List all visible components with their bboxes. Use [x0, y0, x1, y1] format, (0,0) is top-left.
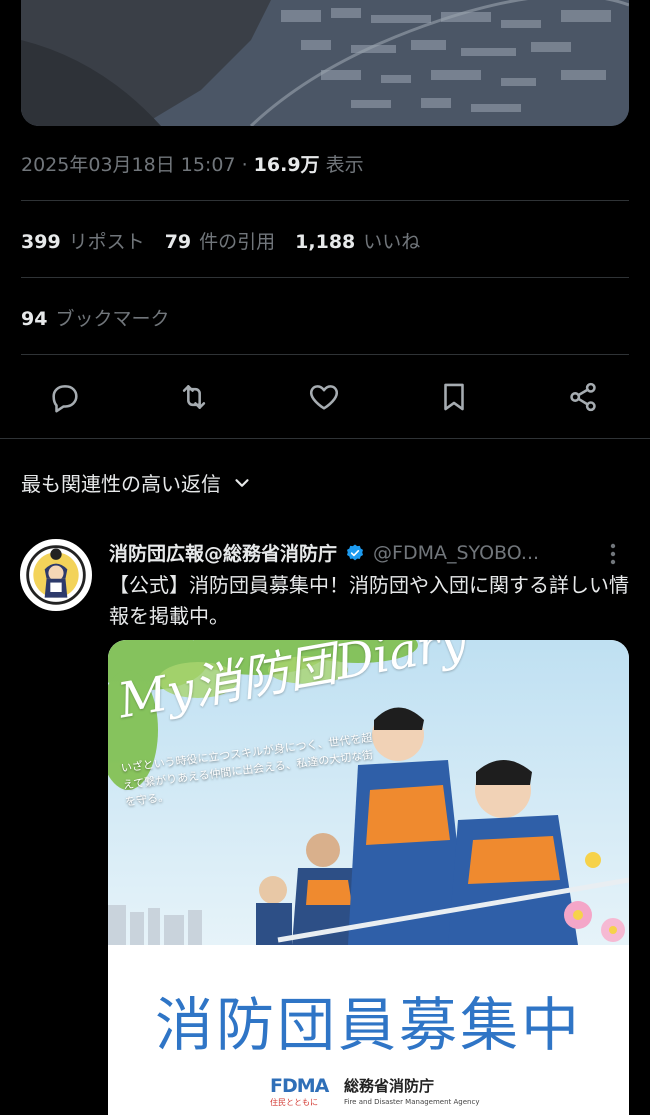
reposts-count: 399 [21, 231, 61, 253]
fdma-logo-text: FDMA [270, 1075, 329, 1097]
poster-headline: 消防団員募集中 [154, 991, 582, 1059]
divider [21, 354, 629, 355]
divider [0, 438, 650, 439]
fdma-logo-sub: 住民とともに [270, 1098, 318, 1107]
bookmarks-count: 94 [21, 308, 48, 330]
reply-author-handle[interactable]: @FDMA_SYOBO... [373, 542, 539, 564]
likes-stat[interactable]: 1,188 いいね [295, 227, 420, 254]
views-label: 表示 [325, 154, 364, 176]
separator: · [241, 154, 248, 176]
agency-name: 総務省消防庁 Fire and Disaster Management Agen… [344, 1075, 480, 1106]
likes-label: いいね [363, 231, 421, 253]
repost-icon [182, 385, 206, 409]
reposts-label: リポスト [68, 231, 145, 253]
reply-author-name[interactable]: 消防団広報@総務省消防庁 [109, 539, 337, 566]
divider [21, 277, 629, 278]
agency-name-en: Fire and Disaster Management Agency [344, 1098, 480, 1106]
quotes-label: 件の引用 [199, 231, 276, 253]
divider [21, 200, 629, 201]
reply-button[interactable] [43, 375, 87, 419]
reply-header: 消防団広報@総務省消防庁 @FDMA_SYOBO... [109, 539, 619, 566]
more-vertical-icon [610, 543, 616, 565]
tweet-media-image[interactable] [21, 0, 629, 126]
quotes-stat[interactable]: 79 件の引用 [165, 227, 275, 254]
tweet-timestamp[interactable]: 2025年03月18日 15:07 [21, 154, 236, 176]
reposts-stat[interactable]: 399 リポスト [21, 227, 145, 254]
agency-name-jp: 総務省消防庁 [344, 1077, 435, 1095]
chevron-down-icon [235, 478, 249, 487]
share-icon [570, 382, 596, 412]
poster-logos: FDMA 住民とともに 総務省消防庁 Fire and Disaster Man… [270, 1075, 480, 1113]
like-icon [309, 385, 339, 410]
fdma-logo: FDMA 住民とともに [270, 1075, 330, 1113]
reply-text: 【公式】消防団員募集中！消防団や入団に関する詳しい情報を掲載中。 [109, 573, 629, 628]
tweet-action-bar [0, 375, 650, 419]
reply-icon [52, 385, 78, 413]
bookmarks-stat[interactable]: 94 ブックマーク [21, 304, 169, 331]
verified-badge-icon [345, 543, 365, 563]
reply-sort-label: 最も関連性の高い返信 [21, 472, 221, 496]
avatar[interactable] [20, 539, 92, 611]
views-count: 16.9万 [253, 154, 320, 176]
engagement-stats: 399 リポスト 79 件の引用 1,188 いいね [21, 227, 420, 254]
reply-sort-dropdown[interactable]: 最も関連性の高い返信 [21, 468, 253, 497]
bookmark-icon [444, 383, 464, 411]
more-options-button[interactable] [600, 539, 626, 569]
likes-count: 1,188 [295, 231, 356, 253]
share-button[interactable] [561, 375, 605, 419]
quotes-count: 79 [164, 231, 192, 253]
reply-media-image[interactable]: My消防団Diary いざという時役に立つスキルが身につく、世代を超えて繋がりあ… [108, 640, 629, 1115]
tweet-timestamp-views: 2025年03月18日 15:07 · 16.9万 表示 [21, 150, 364, 177]
bookmarks-label: ブックマーク [55, 308, 170, 330]
repost-button[interactable] [172, 375, 216, 419]
bookmark-button[interactable] [432, 375, 476, 419]
like-button[interactable] [302, 375, 346, 419]
